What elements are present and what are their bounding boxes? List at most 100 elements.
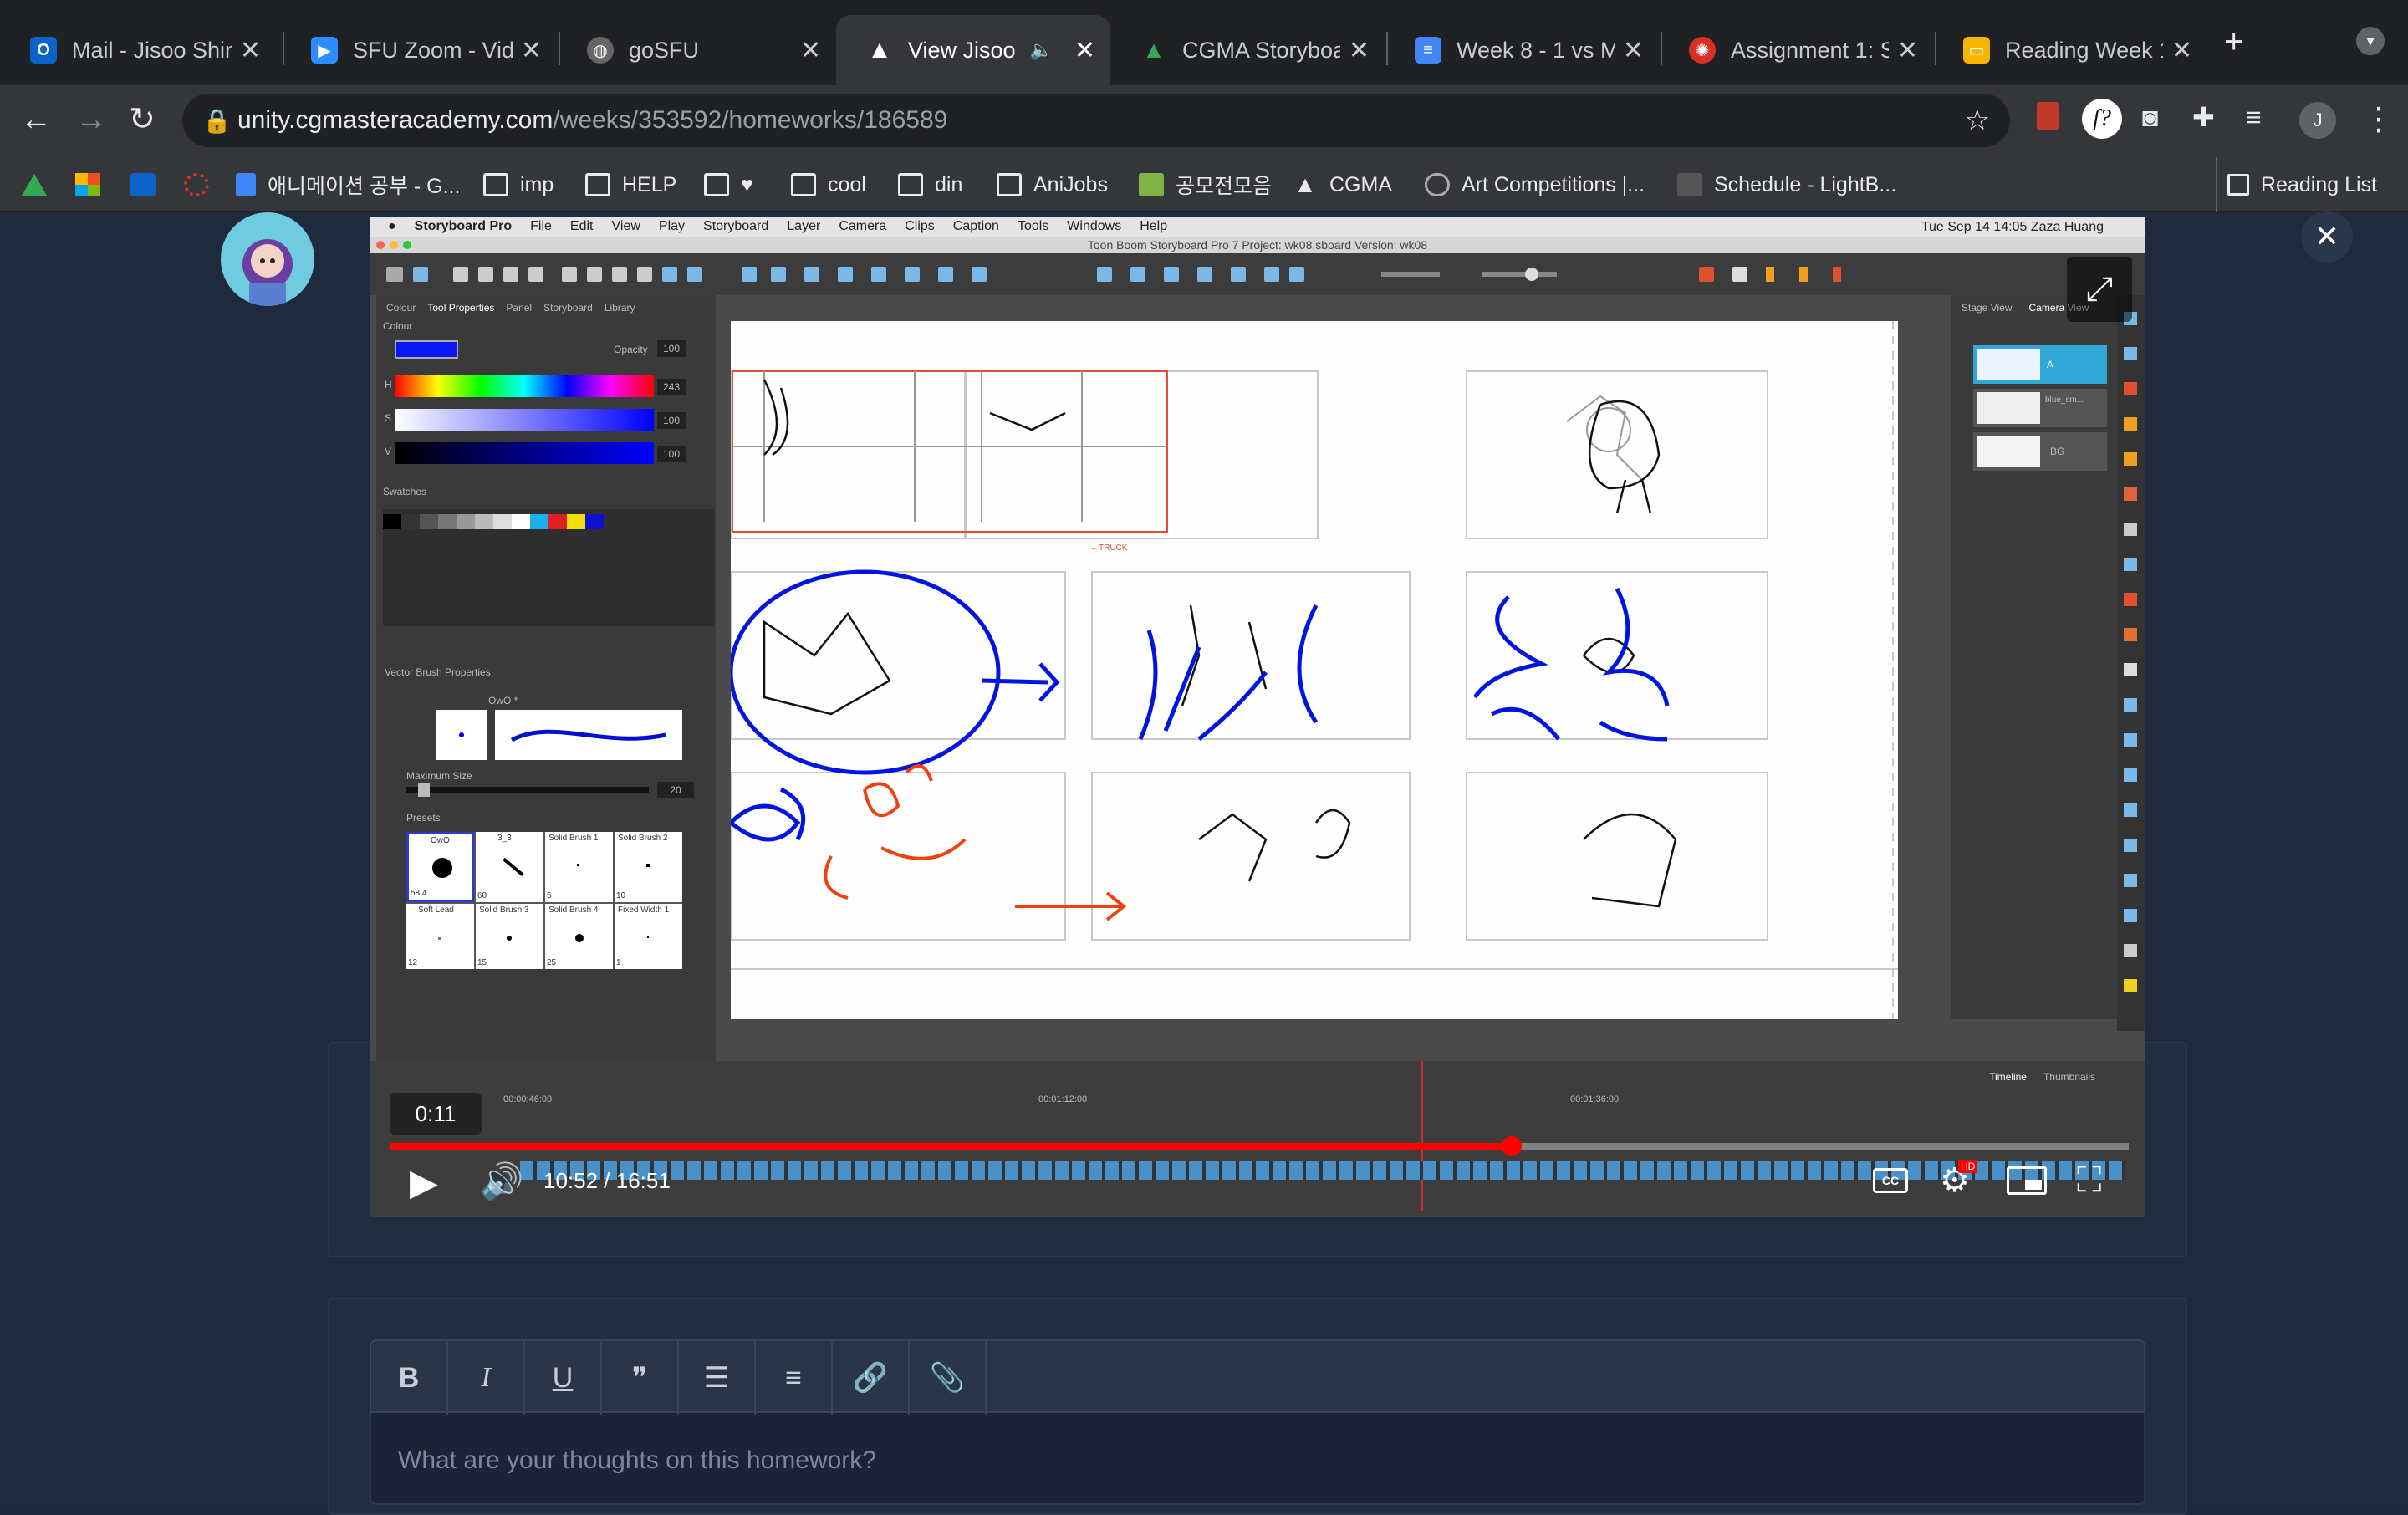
canvas-bookmark[interactable] bbox=[184, 157, 221, 212]
captions-button[interactable]: CC bbox=[1873, 1168, 1908, 1193]
close-tab-icon[interactable]: ✕ bbox=[1897, 36, 1918, 65]
menu-kebab-icon[interactable]: ⋮ bbox=[2363, 104, 2395, 135]
close-tab-icon[interactable]: ✕ bbox=[800, 36, 821, 65]
tab-library[interactable]: Library bbox=[605, 302, 635, 314]
close-tab-icon[interactable]: ✕ bbox=[1623, 36, 1644, 65]
attach-button[interactable]: 📎 bbox=[910, 1341, 987, 1415]
media-list-icon[interactable]: ≡ bbox=[2246, 104, 2262, 130]
close-tab-icon[interactable]: ✕ bbox=[240, 36, 261, 65]
preset-solid-brush-3[interactable]: Solid Brush 3 15 bbox=[476, 904, 543, 969]
max-size-value[interactable]: 20 bbox=[657, 782, 694, 798]
underline-button[interactable]: U bbox=[525, 1341, 602, 1415]
new-tab-button[interactable]: + bbox=[2224, 25, 2243, 59]
profile-avatar[interactable]: J bbox=[2299, 102, 2336, 139]
current-colour-swatch[interactable] bbox=[395, 340, 458, 359]
bookmark-anim-study[interactable]: 애니메이션 공부 - G... bbox=[236, 157, 460, 212]
preset-owo[interactable]: OwO 58.4 bbox=[406, 832, 474, 902]
tab-cgma-storyboard[interactable]: ▲ CGMA Storyboard ✕ bbox=[1110, 15, 1385, 85]
fullscreen-button[interactable]: ⛶ bbox=[2077, 1160, 2101, 1201]
user-avatar[interactable] bbox=[221, 212, 314, 306]
bookmark-imp[interactable]: imp bbox=[483, 157, 554, 212]
miniplayer-button[interactable] bbox=[2007, 1166, 2047, 1195]
quote-button[interactable]: ❞ bbox=[602, 1341, 679, 1415]
bookmark-cgma[interactable]: ▲ CGMA bbox=[1293, 157, 1392, 212]
volume-button[interactable]: 🔊 bbox=[480, 1161, 523, 1202]
close-modal-button[interactable]: ✕ bbox=[2301, 211, 2353, 263]
bookmark-din[interactable]: din bbox=[898, 157, 962, 212]
layer-row[interactable]: BG bbox=[1973, 432, 2107, 471]
bookmark-schedule[interactable]: Schedule - LightB... bbox=[1677, 157, 1896, 212]
saturation-value[interactable]: 100 bbox=[657, 412, 686, 429]
tab-view-jisoo-active[interactable]: ▲ View Jisoo Shin 🔈 ✕ bbox=[836, 15, 1110, 85]
preset-solid-brush-1[interactable]: Solid Brush 15 bbox=[545, 832, 613, 902]
bookmark-star-icon[interactable]: ☆ bbox=[1965, 104, 1990, 137]
settings-button[interactable]: ⚙ HD bbox=[1940, 1160, 1978, 1200]
close-tab-icon[interactable]: ✕ bbox=[521, 36, 542, 65]
speaker-icon[interactable]: 🔈 bbox=[1029, 39, 1052, 61]
tab-storyboard[interactable]: Storyboard bbox=[543, 302, 593, 314]
camera-icon[interactable]: ◙ bbox=[2142, 104, 2158, 130]
layer-row-selected[interactable]: A bbox=[1973, 345, 2107, 384]
max-size-slider[interactable] bbox=[406, 783, 649, 797]
bold-button[interactable]: B bbox=[371, 1341, 448, 1415]
menu-app: Storyboard Pro bbox=[414, 219, 513, 233]
extension-book-icon[interactable] bbox=[2037, 102, 2059, 130]
video-player[interactable]: ● Storyboard Pro File Edit View Play Sto… bbox=[370, 217, 2145, 1217]
bookmark-anijobs[interactable]: AniJobs bbox=[997, 157, 1108, 212]
progress-scrubber[interactable] bbox=[1501, 1136, 1522, 1156]
italic-button[interactable]: I bbox=[448, 1341, 525, 1415]
bookmark-cool[interactable]: cool bbox=[791, 157, 866, 212]
reload-icon[interactable]: ↻ bbox=[129, 104, 156, 135]
tab-gosfu[interactable]: ◍ goSFU ✕ bbox=[557, 15, 836, 85]
tab-assignment[interactable]: ✺ Assignment 1: Sto ✕ bbox=[1659, 15, 1933, 85]
tab-stage-view[interactable]: Stage View bbox=[1962, 302, 2013, 314]
link-button[interactable]: 🔗 bbox=[833, 1341, 910, 1415]
drive-bookmark[interactable] bbox=[22, 157, 59, 212]
tab-zoom[interactable]: ▶ SFU Zoom - Video ✕ bbox=[281, 15, 557, 85]
preset-solid-brush-4[interactable]: Solid Brush 4 25 bbox=[545, 904, 613, 969]
lock-icon[interactable]: 🔒 bbox=[202, 107, 232, 135]
tab-panel[interactable]: Panel bbox=[506, 302, 532, 314]
forward-icon[interactable]: → bbox=[75, 104, 107, 135]
hue-value[interactable]: 243 bbox=[657, 379, 686, 395]
preset-3-3[interactable]: 3_3 60 bbox=[476, 832, 543, 902]
preset-fixed-width-1[interactable]: Fixed Width 11 bbox=[615, 904, 682, 969]
stage-view[interactable]: ←TRUCK bbox=[728, 321, 1898, 1019]
close-tab-icon[interactable]: ✕ bbox=[1074, 36, 1095, 65]
open-external-button[interactable]: ⤢ bbox=[2067, 257, 2132, 322]
play-button[interactable]: ▶ bbox=[410, 1161, 438, 1204]
tab-week8[interactable]: ≡ Week 8 - 1 vs Ma ✕ bbox=[1385, 15, 1659, 85]
tab-thumbnails[interactable]: Thumbnails bbox=[2043, 1071, 2095, 1083]
microsoft-bookmark[interactable] bbox=[75, 157, 112, 212]
close-tab-icon[interactable]: ✕ bbox=[1349, 36, 1370, 65]
tab-search-icon[interactable]: ▾ bbox=[2356, 27, 2385, 55]
tab-mail[interactable]: O Mail - Jisoo Shin - ✕ bbox=[0, 15, 276, 85]
tab-colour[interactable]: Colour bbox=[386, 302, 416, 314]
value-slider[interactable] bbox=[395, 442, 654, 464]
tab-tool-properties[interactable]: Tool Properties bbox=[427, 302, 494, 314]
address-bar[interactable]: 🔒 unity.cgmasteracademy.com/weeks/353592… bbox=[182, 94, 2010, 147]
value-value[interactable]: 100 bbox=[657, 446, 686, 462]
preset-solid-brush-2[interactable]: Solid Brush 2 10 bbox=[615, 832, 682, 902]
bullet-list-button[interactable]: ☰ bbox=[679, 1341, 756, 1415]
outlook-bookmark[interactable] bbox=[130, 157, 167, 212]
tab-timeline[interactable]: Timeline bbox=[1989, 1071, 2027, 1083]
bookmark-art-competitions[interactable]: Art Competitions |... bbox=[1425, 157, 1645, 212]
reading-list-button[interactable]: Reading List bbox=[2227, 157, 2377, 212]
close-tab-icon[interactable]: ✕ bbox=[2171, 36, 2192, 65]
hue-slider[interactable] bbox=[395, 375, 654, 397]
numbered-list-button[interactable]: ≡ bbox=[756, 1341, 833, 1415]
opacity-value[interactable]: 100 bbox=[657, 340, 686, 357]
tab-reading-week[interactable]: ▭ Reading Week 1 - ✕ bbox=[1933, 15, 2207, 85]
extensions-puzzle-icon[interactable]: ✚ bbox=[2192, 104, 2215, 130]
saturation-slider[interactable] bbox=[395, 409, 654, 431]
preset-soft-lead[interactable]: Soft Lead 12 bbox=[406, 904, 474, 969]
extension-fx-icon[interactable]: f? bbox=[2082, 99, 2122, 139]
comment-input[interactable]: What are your thoughts on this homework? bbox=[398, 1446, 876, 1475]
back-icon[interactable]: ← bbox=[20, 104, 52, 135]
layer-row[interactable]: blue_sm... bbox=[1973, 389, 2107, 427]
bookmark-help[interactable]: HELP bbox=[585, 157, 676, 212]
swatches-grid[interactable] bbox=[383, 509, 714, 626]
bookmark-heart[interactable]: ♥ bbox=[704, 157, 753, 212]
bookmark-contests[interactable]: 공모전모음 bbox=[1139, 157, 1272, 212]
